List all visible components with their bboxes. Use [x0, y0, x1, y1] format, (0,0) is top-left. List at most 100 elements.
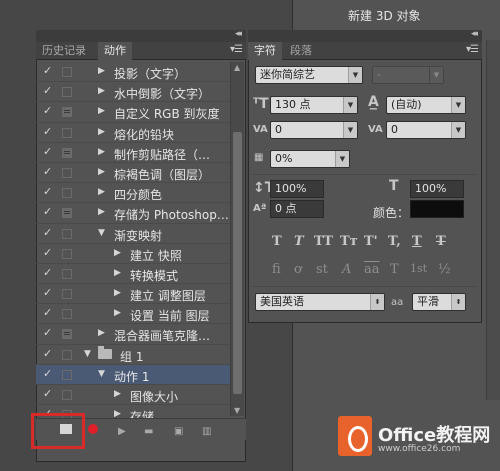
panel-menu-icon[interactable]: ▾☰	[466, 44, 479, 55]
action-row[interactable]: ✓ ▶ 设置 当前 图层	[36, 304, 230, 325]
expand-right-icon[interactable]: ▶	[114, 268, 121, 278]
dialog-toggle-box[interactable]	[62, 349, 72, 360]
expand-right-icon[interactable]: ▶	[98, 106, 105, 116]
action-row[interactable]: ✓ ▶ 四分颜色	[36, 183, 230, 204]
font-size-select[interactable]: 130 点 ▼	[270, 96, 358, 114]
action-row[interactable]: ✓ ▶ 制作剪贴路径（…	[36, 143, 230, 163]
tab-history[interactable]: 历史记录	[36, 42, 96, 60]
action-row[interactable]: ✓ ▶ 熔化的铅块	[36, 123, 230, 143]
tab-character[interactable]: 字符	[248, 42, 282, 60]
faux-bold-button[interactable]: T	[272, 234, 282, 249]
expand-right-icon[interactable]: ▶	[114, 248, 121, 258]
dialog-toggle-box[interactable]	[62, 67, 72, 77]
tsume-select[interactable]: 0% ▼	[270, 150, 350, 168]
action-row[interactable]: ✓ ▶ 建立 调整图层	[36, 284, 230, 305]
toggle-check-icon[interactable]: ✓	[43, 326, 52, 339]
ordinals-alt-button[interactable]: T	[390, 262, 399, 277]
dialog-toggle-box[interactable]	[62, 248, 72, 259]
vertical-scale-input[interactable]: 100%	[270, 180, 324, 198]
small-caps-button[interactable]: Tт	[340, 234, 358, 249]
toggle-check-icon[interactable]: ✓	[43, 205, 52, 218]
collapse-icon[interactable]: ◂◂	[235, 29, 242, 39]
tracking-select[interactable]: 0 ▼	[386, 121, 466, 139]
character-panel-collapse-bar[interactable]: ◂◂	[248, 29, 482, 42]
panel-menu-icon[interactable]: ▾☰	[230, 44, 243, 55]
font-style-select[interactable]: - ▼	[372, 66, 444, 84]
trash-icon[interactable]: ▥	[202, 426, 211, 437]
discretionary-ligature-button[interactable]: ơ	[294, 262, 302, 277]
dialog-toggle-box[interactable]	[62, 228, 72, 239]
expand-down-icon[interactable]: ▼	[98, 228, 105, 238]
dialog-toggle-box[interactable]	[62, 127, 72, 138]
action-row[interactable]: ✓ ▼ 组 1	[36, 345, 230, 365]
expand-right-icon[interactable]: ▶	[98, 86, 105, 96]
faux-italic-button[interactable]: T	[294, 234, 304, 249]
scroll-thumb[interactable]	[233, 132, 242, 394]
dialog-toggle-box[interactable]	[62, 268, 72, 279]
expand-right-icon[interactable]: ▶	[98, 66, 105, 76]
dialog-toggle-icon[interactable]	[62, 147, 72, 158]
dialog-toggle-box[interactable]	[62, 188, 72, 199]
toggle-check-icon[interactable]: ✓	[43, 64, 52, 77]
titling-alternates-button[interactable]: aa	[364, 262, 380, 277]
stylistic-alternates-button[interactable]: st	[316, 262, 328, 277]
scroll-down-icon[interactable]: ▼	[234, 406, 240, 415]
action-row[interactable]: ✓ ▶ 建立 快照	[36, 244, 230, 264]
toggle-check-icon[interactable]: ✓	[43, 145, 52, 158]
dialog-toggle-box[interactable]	[62, 309, 72, 320]
toggle-check-icon[interactable]: ✓	[43, 165, 52, 178]
all-caps-button[interactable]: TT	[314, 234, 333, 249]
toggle-check-icon[interactable]: ✓	[43, 367, 52, 380]
kerning-select[interactable]: 0 ▼	[270, 121, 358, 139]
expand-right-icon[interactable]: ▶	[98, 167, 105, 177]
scroll-up-icon[interactable]: ▲	[234, 63, 240, 72]
action-row[interactable]: ✓ ▶ 水中倒影（文字）	[36, 82, 230, 103]
dialog-toggle-icon[interactable]	[62, 329, 72, 340]
dialog-toggle-box[interactable]	[62, 87, 72, 98]
toggle-check-icon[interactable]: ✓	[43, 286, 52, 299]
dialog-toggle-icon[interactable]	[62, 208, 72, 219]
text-color-swatch[interactable]	[410, 200, 464, 218]
ordinals-button[interactable]: 1st	[410, 262, 427, 275]
expand-right-icon[interactable]: ▶	[114, 308, 121, 318]
toggle-check-icon[interactable]: ✓	[43, 387, 52, 400]
tab-actions[interactable]: 动作	[98, 42, 132, 60]
subscript-button[interactable]: T,	[388, 234, 401, 249]
expand-right-icon[interactable]: ▶	[98, 187, 105, 197]
action-row[interactable]: ✓ ▶ 转换模式	[36, 264, 230, 285]
superscript-button[interactable]: T'	[364, 234, 378, 249]
new-action-icon[interactable]: ▣	[174, 426, 183, 437]
dialog-toggle-box[interactable]	[62, 289, 72, 300]
tab-paragraph[interactable]: 段落	[284, 42, 318, 60]
action-row[interactable]: ✓ ▼ 动作 1	[36, 364, 230, 385]
toggle-check-icon[interactable]: ✓	[43, 306, 52, 319]
toggle-check-icon[interactable]: ✓	[43, 226, 52, 239]
action-row[interactable]: ✓ ▶ 棕褐色调（图层）	[36, 163, 230, 184]
action-row[interactable]: ✓ ▶ 混合器画笔克隆…	[36, 324, 230, 345]
actions-panel-collapse-bar[interactable]: ◂◂	[36, 29, 246, 42]
record-button[interactable]	[88, 424, 98, 434]
new-set-folder-icon[interactable]: ▬	[144, 426, 153, 437]
expand-right-icon[interactable]: ▶	[114, 288, 121, 298]
fractions-button[interactable]: ½	[438, 262, 451, 277]
collapse-icon[interactable]: ◂◂	[471, 29, 478, 39]
toggle-check-icon[interactable]: ✓	[43, 246, 52, 259]
horizontal-scale-input[interactable]: 100%	[410, 180, 464, 198]
action-row[interactable]: ✓ ▶ 自定义 RGB 到灰度	[36, 102, 230, 123]
action-row[interactable]: ✓ ▶ 投影（文字）	[36, 62, 230, 83]
toggle-check-icon[interactable]: ✓	[43, 185, 52, 198]
underline-button[interactable]: T	[412, 234, 422, 249]
action-row[interactable]: ✓ ▶ 存储为 Photoshop…	[36, 203, 230, 224]
swash-button[interactable]: A	[342, 262, 351, 277]
expand-down-icon[interactable]: ▼	[98, 369, 105, 379]
baseline-shift-input[interactable]: 0 点	[270, 200, 324, 218]
expand-right-icon[interactable]: ▶	[98, 207, 105, 217]
leading-select[interactable]: (自动) ▼	[386, 96, 466, 114]
toggle-check-icon[interactable]: ✓	[43, 347, 52, 360]
action-row[interactable]: ✓ ▶ 图像大小	[36, 385, 230, 406]
expand-right-icon[interactable]: ▶	[114, 389, 121, 399]
dialog-toggle-box[interactable]	[62, 369, 72, 380]
new-3d-object-label[interactable]: 新建 3D 对象	[348, 7, 421, 24]
expand-right-icon[interactable]: ▶	[98, 147, 105, 157]
expand-right-icon[interactable]: ▶	[98, 328, 105, 338]
